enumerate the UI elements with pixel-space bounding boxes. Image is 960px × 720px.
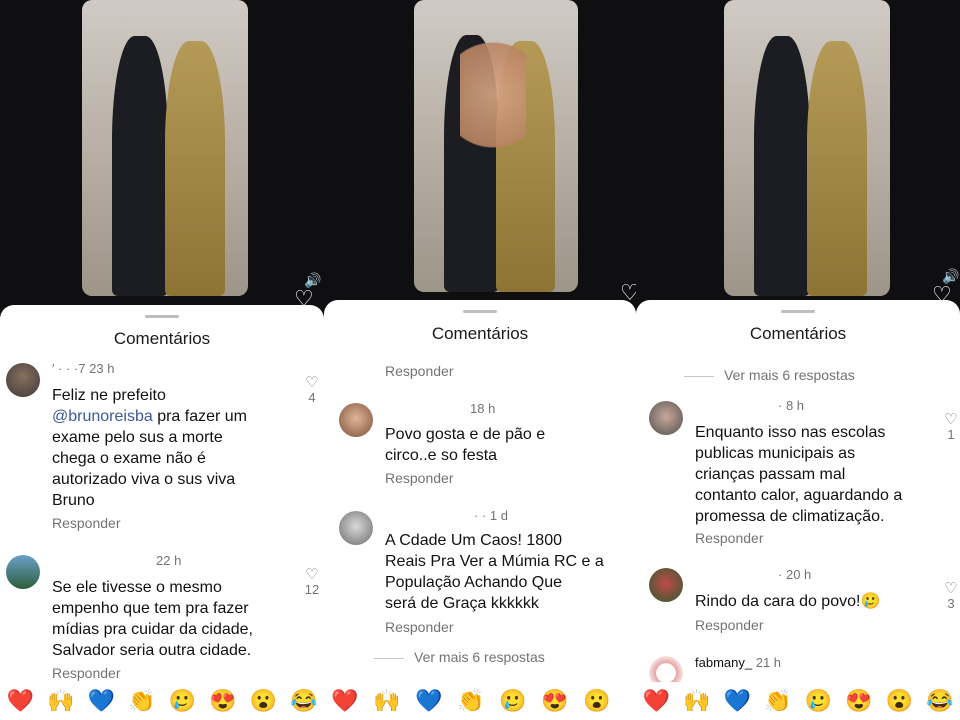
emoji-wow[interactable]: 😮 (243, 688, 284, 714)
emoji-joy[interactable]: 😂 (284, 688, 325, 714)
comment-username[interactable]: ′ · · ·7 23 h (52, 361, 114, 376)
reply-button[interactable]: Responder (385, 470, 454, 486)
avatar[interactable] (649, 401, 683, 435)
reply-button[interactable]: Responder (695, 530, 764, 546)
sheet-title: Comentários (749, 324, 847, 343)
emoji-blue-heart[interactable]: 💙 (81, 688, 122, 714)
avatar[interactable] (6, 363, 40, 397)
emoji-clap[interactable]: 👏 (450, 688, 492, 714)
heart-icon[interactable]: ♡ (941, 412, 960, 427)
comment-username[interactable]: · 8 h (778, 398, 804, 413)
reply-button[interactable]: Responder (385, 619, 454, 635)
emoji-quick-bar: ❤️ 🙌 💙 👏 🥲 😍 😮 😂 (0, 682, 324, 720)
heart-icon[interactable]: ♡ (302, 567, 322, 582)
emoji-raised-hands[interactable]: 🙌 (366, 688, 408, 714)
video-hand (459, 29, 526, 161)
emoji-clap[interactable]: 👏 (122, 688, 163, 714)
screenshot-panel-3: 🔊 ♡ Comentários Ver mais 6 respostas · 8… (636, 0, 960, 720)
reply-button[interactable]: Responder (695, 617, 764, 633)
comment-time: 18 h (470, 401, 496, 416)
emoji-heart[interactable]: ❤️ (0, 688, 41, 714)
emoji-heart-eyes[interactable]: 😍 (534, 688, 576, 714)
comments-sheet: Comentários ′ · · ·7 23 h Feliz ne prefe… (0, 305, 324, 720)
comment-text: Povo gosta e de pão e circo..e so festa (385, 426, 546, 464)
emoji-heart[interactable]: ❤️ (324, 688, 366, 714)
avatar[interactable] (339, 403, 373, 437)
emoji-clap[interactable]: 👏 (758, 688, 799, 714)
comment-like[interactable]: ♡ 12 (302, 567, 322, 597)
comment-like[interactable]: ♡ 3 (941, 581, 960, 611)
comment-time: 22 h (156, 553, 182, 568)
comment-text: Rindo da cara do povo!🥲 (695, 593, 881, 610)
emoji-wow[interactable]: 😮 (576, 688, 618, 714)
avatar[interactable] (649, 568, 683, 602)
view-more-replies[interactable]: Ver mais 6 respostas (684, 367, 855, 383)
video-person-woman (165, 41, 225, 296)
emoji-heart-eyes[interactable]: 😍 (839, 688, 880, 714)
emoji-blue-heart[interactable]: 💙 (717, 688, 758, 714)
video-person-man (111, 35, 169, 296)
emoji-quick-bar: ❤️ 🙌 💙 👏 🥲 😍 😮 😂 (636, 682, 960, 720)
sheet-grab-handle[interactable] (781, 310, 815, 313)
emoji-smile-tear[interactable]: 🥲 (162, 688, 203, 714)
mention-link[interactable]: @brunoreisba (52, 408, 153, 425)
emoji-smile-tear[interactable]: 🥲 (798, 688, 839, 714)
reply-button[interactable]: Responder (52, 665, 121, 681)
emoji-heart[interactable]: ❤️ (636, 688, 677, 714)
emoji-smile-tear[interactable]: 🥲 (492, 688, 534, 714)
reel-video[interactable] (82, 0, 248, 296)
comment-like[interactable]: ♡ 4 (302, 375, 322, 405)
video-person-man (753, 35, 811, 296)
comment-like[interactable]: ♡ 1 (941, 412, 960, 442)
emoji-joy[interactable]: 😂 (920, 688, 960, 714)
sheet-grab-handle[interactable] (145, 315, 179, 318)
heart-icon[interactable]: ♡ (302, 375, 322, 390)
screenshot-panel-2: ♡ Comentários Responder 18 h Povo gosta … (324, 0, 636, 720)
comment-username[interactable]: · 20 h (778, 567, 811, 582)
emoji-raised-hands[interactable]: 🙌 (677, 688, 718, 714)
video-person-woman (807, 41, 867, 296)
comment-username[interactable]: fabmany_ 21 h (695, 655, 781, 670)
sheet-title: Comentários (113, 329, 211, 348)
comments-sheet: Comentários Responder 18 h Povo gosta e … (324, 300, 636, 720)
view-more-replies[interactable]: Ver mais 6 respostas (374, 649, 545, 665)
screenshot-panel-1: 🔊 ♡ Comentários ′ · · ·7 23 h Feliz ne p… (0, 0, 324, 720)
reply-button[interactable]: Responder (52, 515, 121, 531)
reel-video[interactable] (724, 0, 890, 296)
emoji-heart-eyes[interactable]: 😍 (203, 688, 244, 714)
emoji-raised-hands[interactable]: 🙌 (41, 688, 82, 714)
comment-text: Se ele tivesse o mesmo empenho que tem p… (52, 579, 253, 659)
comment-text: A Cdade Um Caos! 1800 Reais Pra Ver a Mú… (385, 532, 604, 612)
emoji-wow[interactable]: 😮 (879, 688, 920, 714)
sheet-grab-handle[interactable] (463, 310, 497, 313)
sheet-title: Comentários (431, 324, 529, 343)
emoji-blue-heart[interactable]: 💙 (408, 688, 450, 714)
reel-video[interactable] (414, 0, 578, 292)
avatar[interactable] (339, 511, 373, 545)
comments-sheet: Comentários Ver mais 6 respostas · 8 h E… (636, 300, 960, 720)
comment-username[interactable]: · · 1 d (474, 508, 508, 523)
comment-text: Feliz ne prefeito @brunoreisba pra fazer… (52, 387, 248, 509)
comment-text: Enquanto isso nas escolas publicas munic… (695, 424, 903, 525)
avatar[interactable] (6, 555, 40, 589)
heart-icon[interactable]: ♡ (941, 581, 960, 596)
emoji-quick-bar: ❤️ 🙌 💙 👏 🥲 😍 😮 (324, 682, 636, 720)
reply-button[interactable]: Responder (385, 363, 454, 379)
